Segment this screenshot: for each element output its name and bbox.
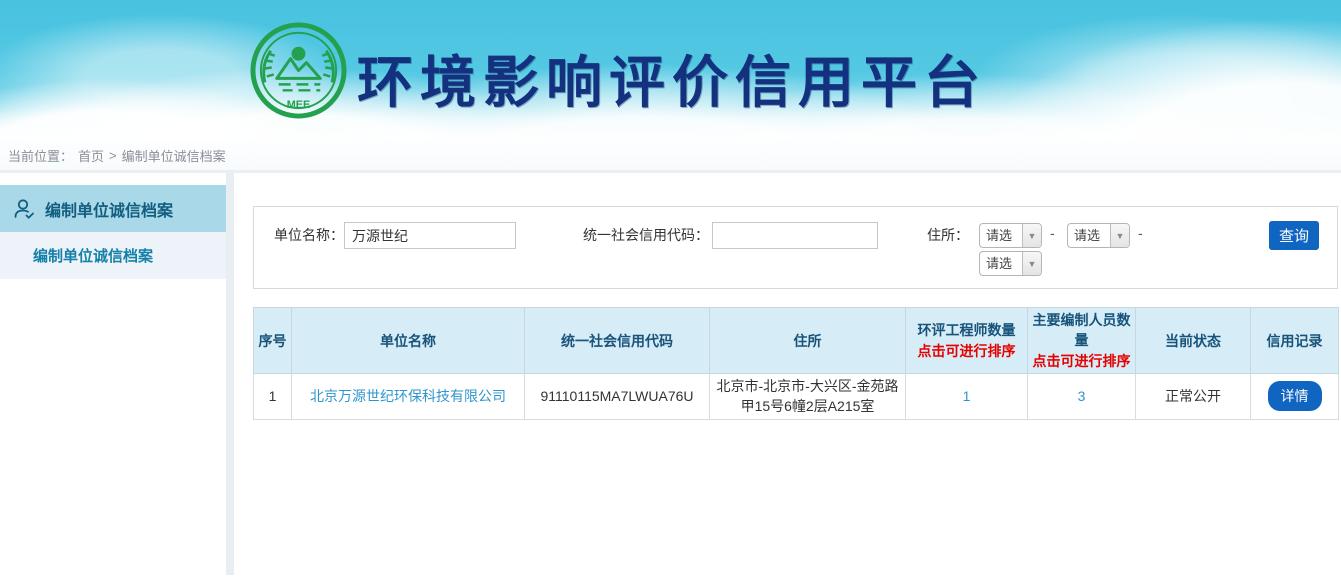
results-table: 序号 单位名称 统一社会信用代码 住所 环评工程师数量 点击可进行排序 主要编制… bbox=[253, 307, 1339, 420]
col-address: 住所 bbox=[710, 308, 906, 374]
sort-hint: 点击可进行排序 bbox=[1030, 351, 1133, 371]
address-dash: - bbox=[1050, 225, 1055, 241]
sidebar-divider bbox=[226, 173, 234, 575]
logo-caption: MEE bbox=[287, 99, 311, 111]
col-status: 当前状态 bbox=[1136, 308, 1251, 374]
sidebar-item-archive-sub[interactable]: 编制单位诚信档案 bbox=[0, 232, 226, 279]
row-index: 1 bbox=[254, 374, 292, 420]
chevron-down-icon: ▼ bbox=[1022, 224, 1041, 247]
col-engineer-count-label: 环评工程师数量 bbox=[918, 322, 1016, 338]
company-name-link[interactable]: 北京万源世纪环保科技有限公司 bbox=[310, 388, 506, 404]
col-engineer-count-sortable[interactable]: 环评工程师数量 点击可进行排序 bbox=[906, 308, 1028, 374]
col-unit-name: 单位名称 bbox=[292, 308, 525, 374]
address-dash: - bbox=[1138, 225, 1143, 241]
credit-code-input[interactable] bbox=[712, 222, 878, 249]
sidebar: 编制单位诚信档案 编制单位诚信档案 bbox=[0, 173, 226, 575]
col-credit-code: 统一社会信用代码 bbox=[525, 308, 710, 374]
breadcrumb-home-link[interactable]: 首页 bbox=[78, 146, 104, 165]
compiler-count-link[interactable]: 3 bbox=[1078, 388, 1086, 404]
status-value: 正常公开 bbox=[1136, 374, 1251, 420]
sidebar-item-archive-main[interactable]: 编制单位诚信档案 bbox=[0, 185, 226, 232]
site-header: MEE 环境影响评价信用平台 bbox=[0, 0, 1341, 140]
table-row: 1 北京万源世纪环保科技有限公司 91110115MA7LWUA76U 北京市-… bbox=[254, 374, 1339, 420]
main-content: 单位名称： 统一社会信用代码： 住所： 请选择 ▼ - 请选择 ▼ - 请选择 … bbox=[234, 173, 1341, 575]
address-district-value: 请选择 bbox=[980, 252, 1022, 275]
table-header-row: 序号 单位名称 统一社会信用代码 住所 环评工程师数量 点击可进行排序 主要编制… bbox=[254, 308, 1339, 374]
sort-hint: 点击可进行排序 bbox=[908, 341, 1025, 361]
page-title: 环境影响评价信用平台 bbox=[357, 38, 987, 119]
credit-code-value: 91110115MA7LWUA76U bbox=[525, 374, 710, 420]
address-province-select[interactable]: 请选择 ▼ bbox=[979, 223, 1042, 248]
address-province-value: 请选择 bbox=[980, 224, 1022, 247]
unit-name-input[interactable] bbox=[344, 222, 516, 249]
query-button[interactable]: 查询 bbox=[1269, 221, 1319, 250]
chevron-down-icon: ▼ bbox=[1110, 224, 1129, 247]
col-index: 序号 bbox=[254, 308, 292, 374]
search-panel: 单位名称： 统一社会信用代码： 住所： 请选择 ▼ - 请选择 ▼ - 请选择 … bbox=[253, 206, 1338, 289]
col-compiler-count-label: 主要编制人员数量 bbox=[1033, 312, 1131, 348]
col-compiler-count-sortable[interactable]: 主要编制人员数量 点击可进行排序 bbox=[1028, 308, 1136, 374]
credit-code-label: 统一社会信用代码： bbox=[569, 222, 709, 248]
breadcrumb-separator: > bbox=[109, 148, 117, 163]
address-value: 北京市-北京市-大兴区-金苑路 甲15号6幢2层A215室 bbox=[710, 374, 906, 420]
breadcrumb-prefix: 当前位置： bbox=[8, 146, 73, 165]
unit-name-label: 单位名称： bbox=[264, 222, 344, 248]
address-district-select[interactable]: 请选择 ▼ bbox=[979, 251, 1042, 276]
address-city-value: 请选择 bbox=[1068, 224, 1110, 247]
chevron-down-icon: ▼ bbox=[1022, 252, 1041, 275]
sidebar-subitem-label: 编制单位诚信档案 bbox=[33, 245, 153, 266]
breadcrumb-current: 编制单位诚信档案 bbox=[122, 146, 226, 165]
breadcrumb: 当前位置： 首页 > 编制单位诚信档案 bbox=[0, 140, 1341, 173]
engineer-count-link[interactable]: 1 bbox=[963, 388, 971, 404]
address-label: 住所： bbox=[909, 222, 969, 248]
mee-logo-icon: MEE bbox=[248, 21, 349, 120]
user-check-icon bbox=[12, 197, 36, 221]
sidebar-item-label: 编制单位诚信档案 bbox=[45, 197, 173, 221]
detail-button[interactable]: 详情 bbox=[1268, 381, 1322, 411]
col-credit-record: 信用记录 bbox=[1251, 308, 1339, 374]
address-city-select[interactable]: 请选择 ▼ bbox=[1067, 223, 1130, 248]
